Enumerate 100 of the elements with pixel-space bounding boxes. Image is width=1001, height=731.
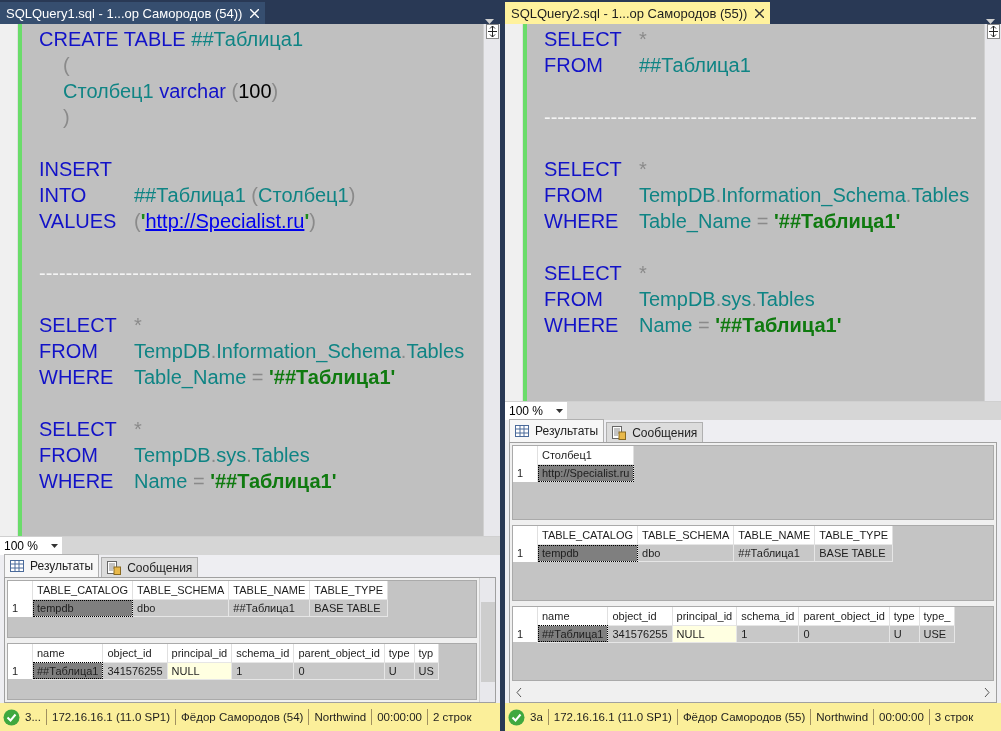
scroll-right-icon[interactable]	[984, 688, 990, 698]
column-header[interactable]: TABLE_CATALOG	[537, 526, 638, 545]
code-line: WHERE Table_Name = '##Таблица1'	[39, 365, 397, 390]
caret-icon[interactable]	[556, 409, 563, 413]
code-line: WHERE Name = '##Таблица1'	[39, 469, 338, 494]
code-line: -----------------------------------------------------------------	[544, 105, 978, 130]
code-line: VALUES ('http://Specialist.ru')	[39, 209, 317, 234]
table-cell[interactable]: BASE TABLE	[309, 599, 388, 617]
column-header[interactable]: TABLE_TYPE	[814, 526, 893, 545]
table-cell[interactable]: ##Таблица1	[537, 625, 608, 643]
table-cell[interactable]: US	[414, 662, 439, 679]
status-text: 3...	[25, 711, 41, 723]
table-cell[interactable]: U	[889, 625, 920, 643]
status-text: 00:00:00	[879, 711, 924, 723]
column-header[interactable]: schema_id	[231, 643, 294, 662]
status-text: 3а	[530, 711, 543, 723]
caret-icon[interactable]	[51, 544, 58, 548]
close-icon[interactable]	[755, 8, 765, 18]
result-tab[interactable]: Сообщения	[101, 557, 199, 577]
zoom-dropdown[interactable]: 100 %	[505, 402, 567, 420]
code-line: -----------------------------------------------------------------	[39, 261, 473, 286]
vertical-scrollbar[interactable]	[483, 24, 500, 536]
code-line: FROM TempDB.Information_Schema.Tables	[544, 183, 971, 208]
zoom-dropdown[interactable]: 100 %	[0, 537, 62, 555]
column-header[interactable]: schema_id	[736, 606, 799, 626]
code-line: FROM ##Таблица1	[544, 53, 752, 78]
status-text: 172.16.16.1 (11.0 SP1)	[52, 711, 171, 723]
status-text: 00:00:00	[377, 711, 422, 723]
code-line: SELECT *	[544, 157, 648, 182]
result-tab[interactable]: Результаты	[4, 554, 100, 577]
splitter-icon[interactable]	[986, 24, 1000, 39]
code-line: INSERT	[39, 157, 113, 182]
column-header[interactable]: principal_id	[672, 606, 737, 626]
table-cell[interactable]: USE	[919, 625, 955, 643]
horizontal-scrollbar[interactable]	[567, 402, 1001, 420]
status-text: Фёдор Самородов (54)	[181, 711, 304, 723]
column-header[interactable]: object_id	[103, 643, 168, 662]
code-line: SELECT *	[39, 417, 143, 442]
column-header[interactable]: typ	[414, 643, 439, 662]
table-cell[interactable]: 341576255	[608, 625, 673, 643]
link[interactable]: http://Specialist.ru	[145, 210, 305, 232]
column-header[interactable]: principal_id	[167, 643, 232, 662]
row-number: 1	[513, 625, 538, 643]
grid-icon	[10, 560, 24, 572]
document-icon	[612, 425, 627, 440]
column-header[interactable]: type	[889, 606, 920, 626]
result-tab[interactable]: Сообщения	[606, 422, 704, 442]
column-header[interactable]: name	[537, 606, 608, 626]
code-line: Столбец1 varchar (100)	[62, 79, 280, 104]
column-header[interactable]: type_	[919, 606, 955, 626]
column-header[interactable]: TABLE_SCHEMA	[637, 526, 734, 545]
table-cell[interactable]: ##Таблица1	[733, 544, 815, 562]
table-cell[interactable]: 1	[736, 625, 799, 643]
document-tab[interactable]: SQLQuery2.sql - 1...ор Самородов (55))	[505, 2, 771, 24]
column-header[interactable]: parent_object_id	[798, 606, 890, 626]
code-line: FROM TempDB.sys.Tables	[39, 443, 311, 468]
code-line: WHERE Name = '##Таблица1'	[544, 313, 843, 338]
table-cell[interactable]: U	[384, 662, 415, 679]
table-cell[interactable]: BASE TABLE	[814, 544, 893, 562]
table-cell[interactable]: ##Таблица1	[32, 662, 103, 679]
table-cell[interactable]: tempdb	[537, 544, 638, 562]
column-header[interactable]: type	[384, 643, 415, 662]
column-header[interactable]: parent_object_id	[293, 643, 385, 662]
table-cell[interactable]: NULL	[672, 625, 737, 643]
status-text: 2 строк	[433, 711, 472, 723]
table-cell[interactable]: 0	[798, 625, 890, 643]
row-number: 1	[8, 662, 33, 679]
status-text: Northwind	[314, 711, 367, 723]
code-line: (	[62, 53, 71, 78]
table-cell[interactable]: 341576255	[103, 662, 168, 679]
vertical-scrollbar[interactable]	[984, 24, 1001, 401]
table-cell[interactable]: 1	[231, 662, 294, 679]
column-header[interactable]: TABLE_NAME	[228, 581, 310, 600]
table-cell[interactable]: 0	[293, 662, 385, 679]
check-circle-icon	[3, 708, 20, 726]
status-text: Northwind	[816, 711, 869, 723]
column-header[interactable]: TABLE_SCHEMA	[132, 581, 229, 600]
splitter-icon[interactable]	[485, 24, 499, 39]
code-line: CREATE TABLE ##Таблица1	[39, 27, 305, 52]
column-header[interactable]: TABLE_TYPE	[309, 581, 388, 600]
column-header[interactable]: TABLE_CATALOG	[32, 581, 133, 600]
table-cell[interactable]: dbo	[637, 544, 734, 562]
horizontal-scrollbar[interactable]	[62, 537, 500, 555]
document-tab[interactable]: SQLQuery1.sql - 1...ор Самородов (54))	[0, 2, 266, 24]
table-cell[interactable]: tempdb	[32, 599, 133, 617]
status-text: Фёдор Самородов (55)	[682, 711, 806, 723]
result-tab[interactable]: Результаты	[509, 419, 605, 442]
table-cell[interactable]: NULL	[167, 662, 232, 679]
table-cell[interactable]: dbo	[132, 599, 229, 617]
vertical-scrollbar[interactable]	[479, 578, 495, 702]
code-line: FROM TempDB.Information_Schema.Tables	[39, 339, 466, 364]
column-header[interactable]: object_id	[608, 606, 673, 626]
table-cell[interactable]: ##Таблица1	[228, 599, 310, 617]
column-header[interactable]: Столбец1	[537, 446, 634, 465]
scroll-left-icon[interactable]	[516, 688, 522, 698]
column-header[interactable]: TABLE_NAME	[733, 526, 815, 545]
code-line: INTO ##Таблица1 (Столбец1)	[39, 183, 357, 208]
status-text: 3 строк	[934, 711, 974, 723]
table-cell[interactable]: http://Specialist.ru	[537, 464, 634, 482]
column-header[interactable]: name	[32, 643, 103, 662]
